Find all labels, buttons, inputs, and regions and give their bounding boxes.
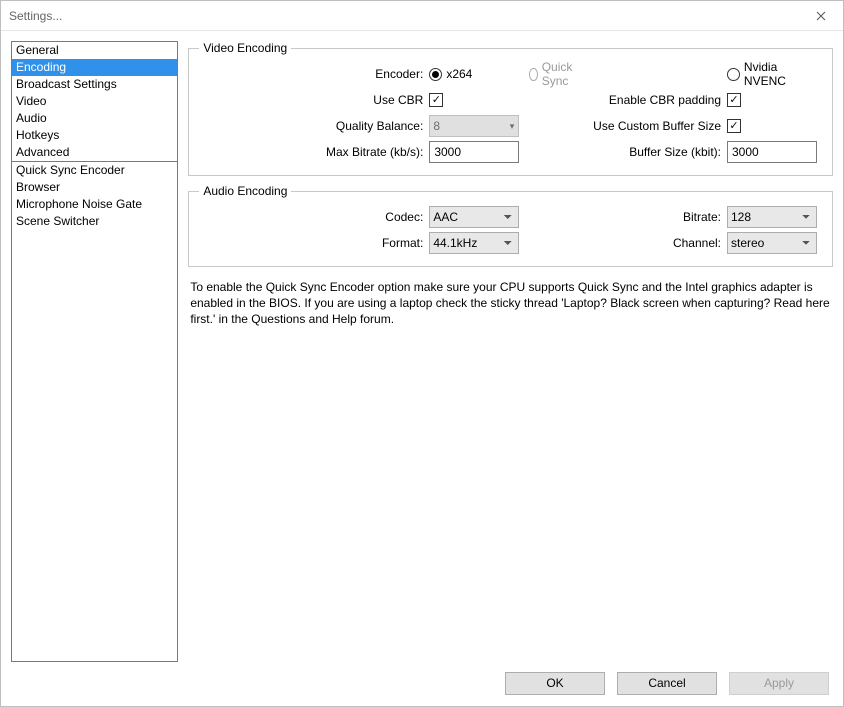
cbr-padding-checkbox[interactable] — [727, 93, 741, 107]
video-encoding-legend: Video Encoding — [199, 41, 291, 55]
sidebar-item-mic-noise-gate[interactable]: Microphone Noise Gate — [12, 196, 177, 213]
audio-bitrate-dropdown[interactable]: 128 — [727, 206, 817, 228]
radio-icon — [429, 68, 442, 81]
encoder-radio-x264[interactable]: x264 — [429, 67, 472, 81]
use-cbr-label: Use CBR — [199, 93, 429, 107]
custom-buffer-checkbox[interactable] — [727, 119, 741, 133]
sidebar-item-advanced[interactable]: Advanced — [12, 144, 177, 161]
sidebar-item-scene-switcher[interactable]: Scene Switcher — [12, 213, 177, 230]
apply-button: Apply — [729, 672, 829, 695]
main-panel: Video Encoding Encoder: x264 Quick Sync — [188, 41, 833, 662]
radio-icon — [727, 68, 740, 81]
close-icon — [816, 11, 826, 21]
help-text: To enable the Quick Sync Encoder option … — [188, 275, 833, 327]
sidebar-item-encoding[interactable]: Encoding — [12, 59, 177, 76]
channel-label: Channel: — [577, 236, 727, 250]
ok-button[interactable]: OK — [505, 672, 605, 695]
sidebar-item-broadcast[interactable]: Broadcast Settings — [12, 76, 177, 93]
encoder-radio-quicksync: Quick Sync — [529, 60, 577, 88]
use-cbr-checkbox[interactable] — [429, 93, 443, 107]
buffer-size-label: Buffer Size (kbit): — [577, 145, 727, 159]
video-encoding-group: Video Encoding Encoder: x264 Quick Sync — [188, 41, 833, 176]
encoder-radio-nvenc[interactable]: Nvidia NVENC — [727, 60, 822, 88]
sidebar-item-audio[interactable]: Audio — [12, 110, 177, 127]
encoder-label: Encoder: — [199, 67, 429, 81]
radio-icon — [529, 68, 537, 81]
chevron-down-icon: ▾ — [510, 121, 515, 132]
buffer-size-input[interactable] — [727, 141, 817, 163]
sidebar-item-qsencoder[interactable]: Quick Sync Encoder — [12, 161, 177, 179]
titlebar: Settings... — [1, 1, 843, 31]
custom-buffer-label: Use Custom Buffer Size — [577, 119, 727, 133]
bitrate-label: Bitrate: — [577, 210, 727, 224]
sidebar-item-hotkeys[interactable]: Hotkeys — [12, 127, 177, 144]
format-dropdown[interactable]: 44.1kHz — [429, 232, 519, 254]
sidebar-item-general[interactable]: General — [12, 42, 177, 59]
quality-balance-label: Quality Balance: — [199, 119, 429, 133]
audio-encoding-legend: Audio Encoding — [199, 184, 291, 198]
channel-dropdown[interactable]: stereo — [727, 232, 817, 254]
format-label: Format: — [199, 236, 429, 250]
cancel-button[interactable]: Cancel — [617, 672, 717, 695]
quality-balance-dropdown: 8 ▾ — [429, 115, 519, 137]
sidebar-item-browser[interactable]: Browser — [12, 179, 177, 196]
sidebar: General Encoding Broadcast Settings Vide… — [11, 41, 178, 662]
max-bitrate-label: Max Bitrate (kb/s): — [199, 145, 429, 159]
footer: OK Cancel Apply — [1, 668, 843, 706]
window-title: Settings... — [9, 9, 62, 23]
close-button[interactable] — [803, 4, 839, 28]
cbr-padding-label: Enable CBR padding — [577, 93, 727, 107]
codec-label: Codec: — [199, 210, 429, 224]
sidebar-item-video[interactable]: Video — [12, 93, 177, 110]
settings-window: Settings... General Encoding Broadcast S… — [0, 0, 844, 707]
max-bitrate-input[interactable] — [429, 141, 519, 163]
audio-encoding-group: Audio Encoding Codec: AAC Bitrate: 128 F… — [188, 184, 833, 267]
codec-dropdown[interactable]: AAC — [429, 206, 519, 228]
